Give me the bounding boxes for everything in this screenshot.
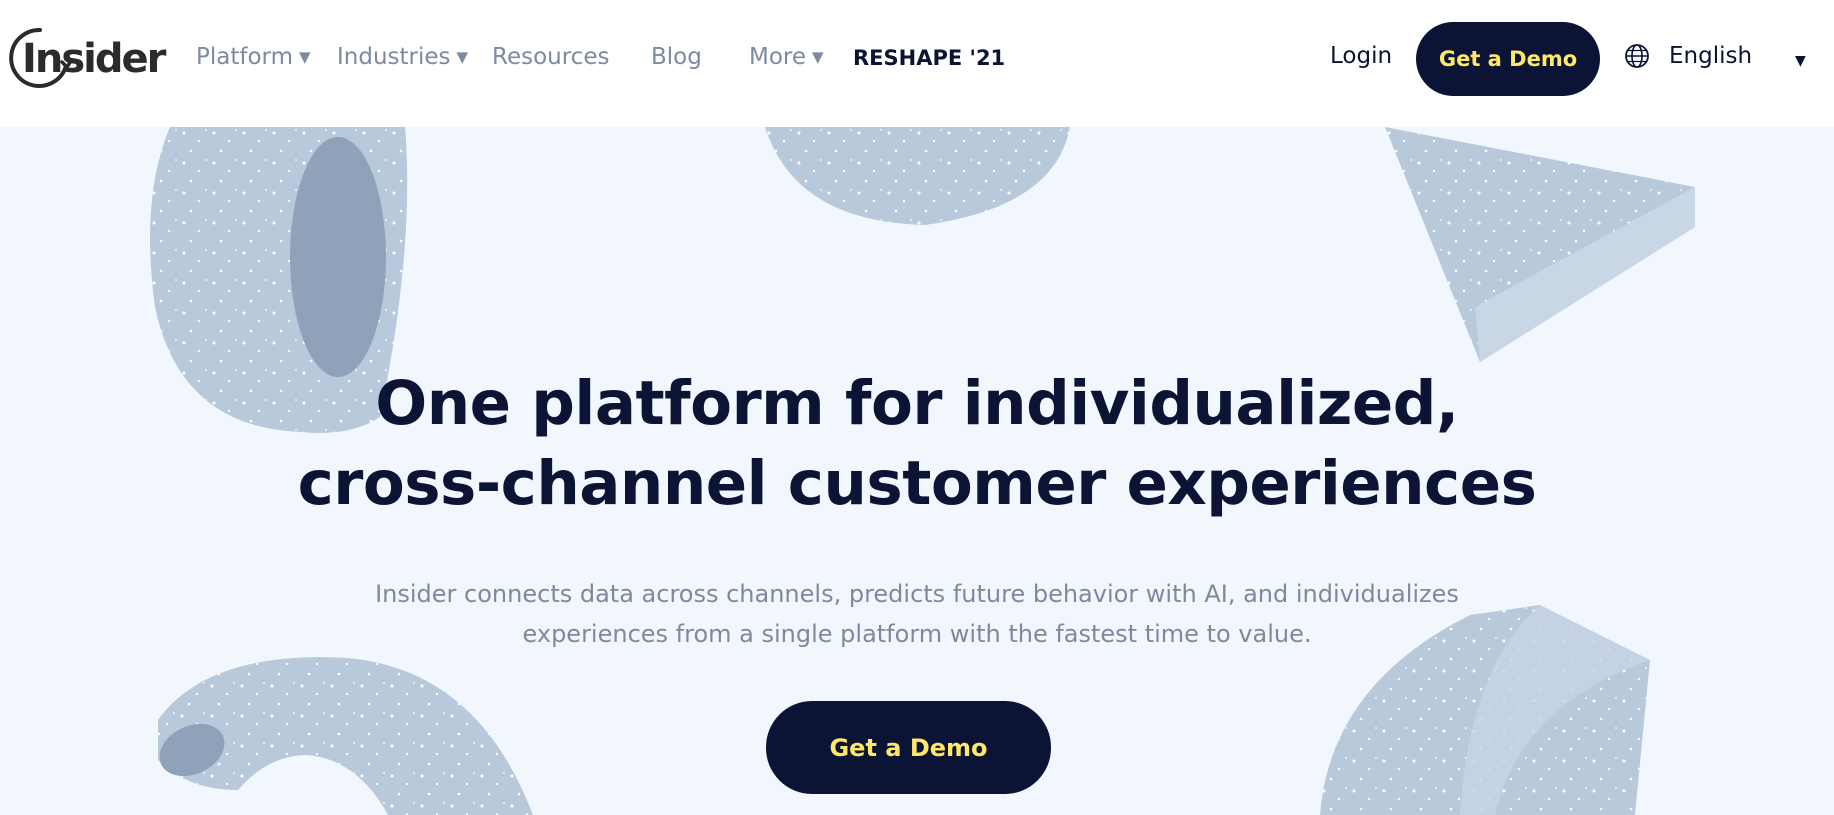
headline-line-2: cross-channel customer experiences: [297, 448, 1537, 519]
decorative-half-disc-shape: [765, 127, 1070, 225]
language-selector[interactable]: English: [1669, 43, 1752, 69]
caret-down-icon[interactable]: ▼: [1795, 53, 1806, 69]
login-link[interactable]: Login: [1330, 43, 1392, 69]
nav-item-resources[interactable]: Resources: [492, 44, 609, 70]
get-demo-button-hero[interactable]: Get a Demo: [766, 701, 1051, 794]
nav-item-label: Platform: [196, 44, 293, 70]
nav-item-label: Industries: [337, 44, 451, 70]
nav-item-industries[interactable]: Industries ▼: [337, 44, 468, 70]
nav-item-reshape[interactable]: RESHAPE '21: [853, 46, 1005, 70]
nav-item-blog[interactable]: Blog: [651, 44, 702, 70]
nav-item-platform[interactable]: Platform ▼: [196, 44, 311, 70]
caret-down-icon: ▼: [299, 47, 311, 66]
nav-item-label: Blog: [651, 44, 702, 70]
logo-wordmark: Insider: [22, 36, 166, 82]
globe-icon: [1625, 44, 1649, 68]
caret-down-icon: ▼: [456, 47, 469, 66]
nav-item-label: Resources: [492, 44, 610, 70]
decorative-triangle-shape: [1385, 127, 1695, 362]
hero-subtext: Insider connects data across channels, p…: [267, 574, 1567, 654]
headline-line-1: One platform for individualized,: [375, 368, 1459, 439]
subtext-line-2: experiences from a single platform with …: [522, 620, 1312, 648]
top-navigation-bar: Insider Platform ▼ Industries ▼ Resource…: [0, 0, 1834, 127]
get-demo-button-nav[interactable]: Get a Demo: [1416, 22, 1600, 96]
decorative-tube-shape: [158, 657, 533, 815]
nav-item-label: More: [749, 44, 807, 70]
hero-headline: One platform for individualized, cross-c…: [267, 364, 1567, 524]
subtext-line-1: Insider connects data across channels, p…: [375, 580, 1459, 608]
nav-item-more[interactable]: More ▼: [749, 44, 824, 70]
nav-item-label: RESHAPE '21: [853, 46, 1006, 70]
caret-down-icon: ▼: [812, 47, 824, 66]
insider-logo[interactable]: Insider: [8, 24, 166, 94]
